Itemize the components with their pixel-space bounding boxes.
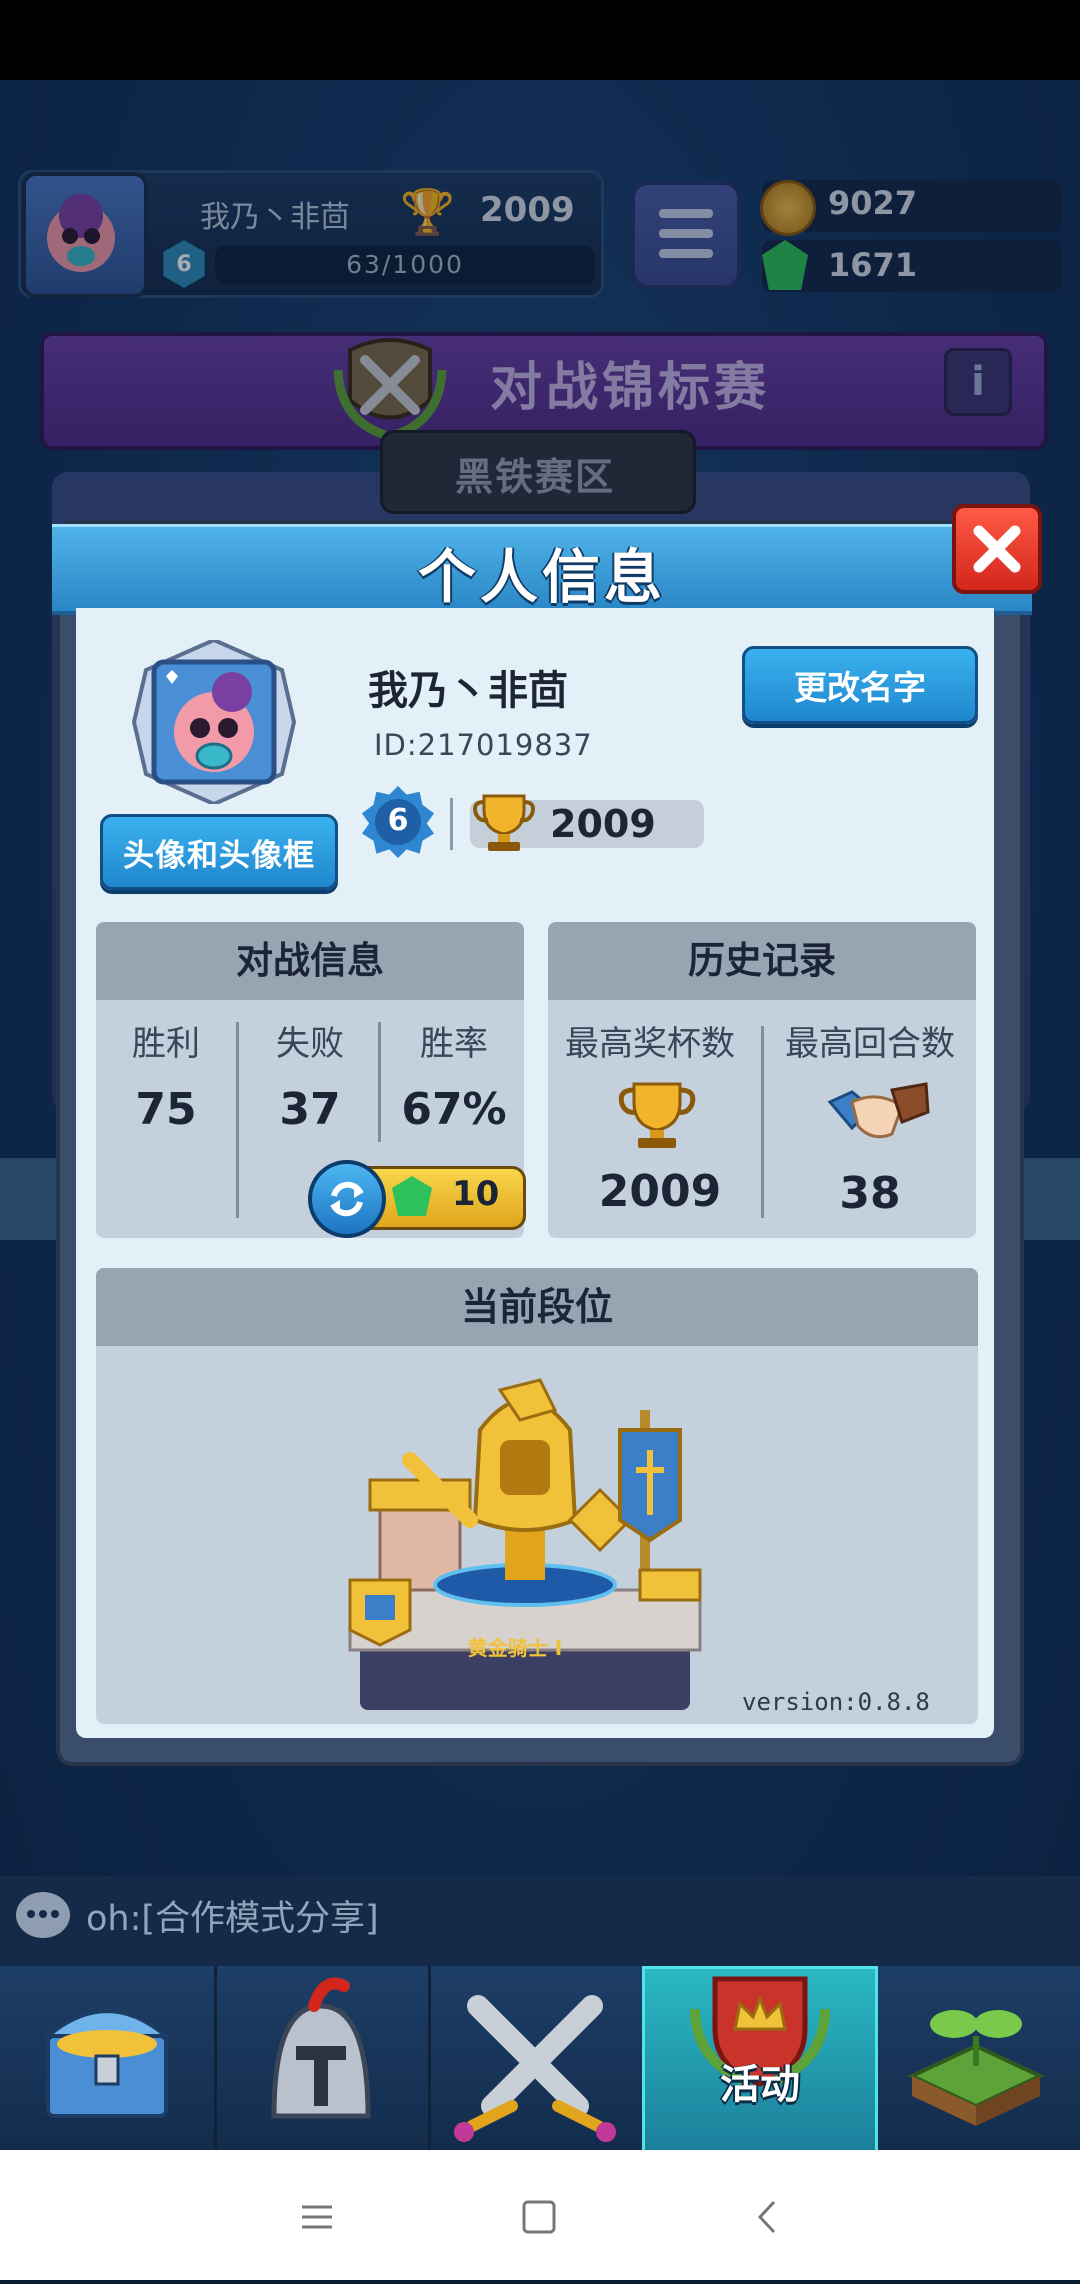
rename-button[interactable]: 更改名字: [742, 646, 978, 724]
trophy-icon: [614, 1080, 700, 1154]
back-icon[interactable]: [757, 2200, 776, 2234]
rank-title: 当前段位: [96, 1268, 978, 1346]
refresh-icon[interactable]: [308, 1160, 386, 1238]
history-title: 历史记录: [548, 922, 976, 1000]
wins-value: 75: [135, 1084, 197, 1135]
reset-cost: 10: [452, 1174, 500, 1214]
close-icon: [973, 525, 1021, 573]
winrate-label: 胜率: [420, 1024, 488, 1064]
rank-name: 黄金骑士 I: [468, 1636, 562, 1660]
divider: [236, 1022, 239, 1218]
losses-value: 37: [279, 1084, 341, 1135]
divider: [450, 798, 453, 850]
system-nav-bar: [0, 2150, 1080, 2280]
chest-icon: [42, 2009, 172, 2118]
trophy-count: 2009: [550, 802, 656, 846]
avatar[interactable]: [131, 637, 297, 807]
player-id: ID:217019837: [374, 728, 593, 762]
nav-garden[interactable]: [872, 1966, 1080, 2150]
max-trophies-label: 最高奖杯数: [565, 1024, 735, 1064]
chat-bubble-icon: [16, 1892, 70, 1938]
close-button[interactable]: [952, 504, 1042, 594]
battle-info-title: 对战信息: [96, 922, 524, 1000]
recent-apps-icon[interactable]: [302, 2205, 332, 2229]
nav-heroes[interactable]: [214, 1966, 431, 2150]
sprout-icon: [907, 2010, 1045, 2126]
handshake-icon: [822, 1072, 932, 1156]
gold-knight-rank-icon: 黄金骑士 I: [340, 1370, 710, 1720]
status-bar: [0, 0, 1080, 80]
nav-events-label: 活动: [720, 2062, 800, 2108]
divider: [378, 1022, 381, 1142]
winrate-value: 67%: [401, 1084, 507, 1135]
home-icon[interactable]: [522, 2200, 556, 2234]
wins-label: 胜利: [132, 1024, 200, 1064]
dialog-title: 个人信息: [417, 543, 666, 611]
trophy-icon: [470, 790, 538, 854]
player-name: 我乃丶非茴: [368, 668, 568, 714]
avatar-frame-button[interactable]: 头像和头像框: [100, 814, 338, 890]
losses-label: 失败: [276, 1024, 344, 1064]
version-text: version:0.8.8: [742, 1688, 930, 1716]
knight-helmet-icon: [271, 1977, 371, 2119]
chat-message: oh:[合作模式分享]: [86, 1899, 379, 1939]
nav-battle[interactable]: [428, 1966, 645, 2150]
level-number: 6: [387, 803, 409, 838]
max-trophies-value: 2009: [598, 1166, 722, 1217]
max-rounds-value: 38: [839, 1168, 901, 1219]
max-rounds-label: 最高回合数: [785, 1024, 955, 1064]
nav-shop[interactable]: [0, 1966, 217, 2150]
crossed-swords-icon: [454, 1995, 616, 2142]
divider: [761, 1026, 764, 1218]
